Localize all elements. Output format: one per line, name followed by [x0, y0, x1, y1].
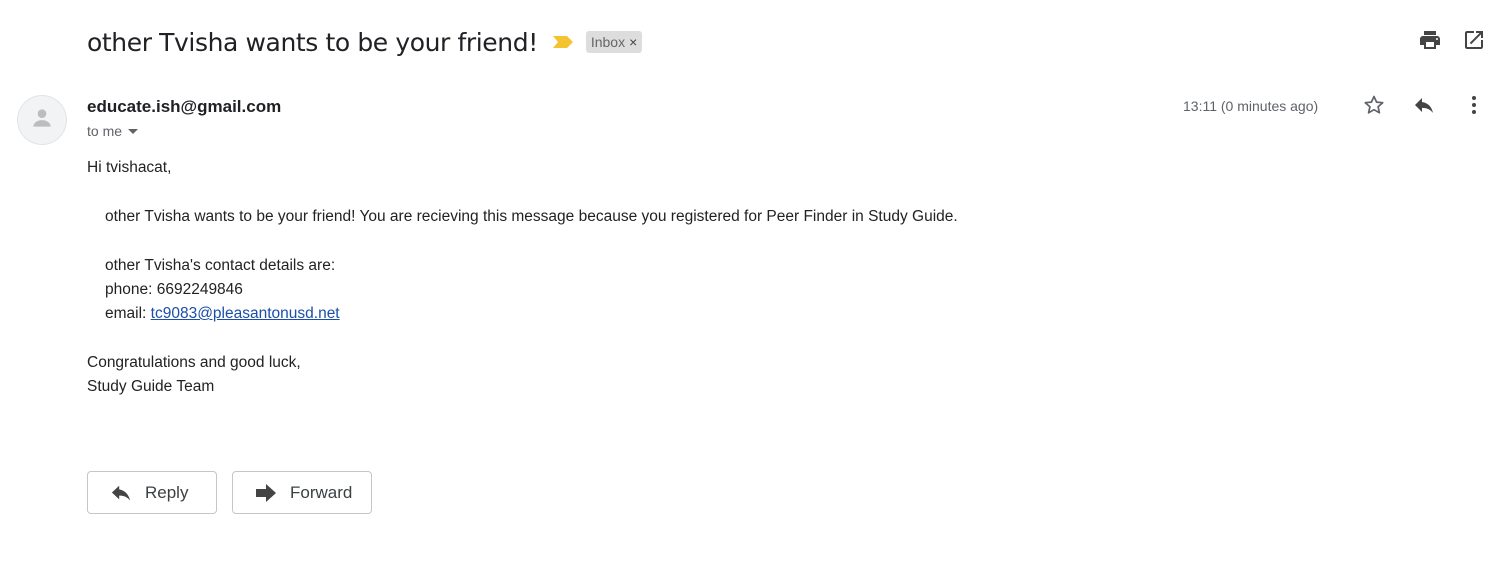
- email-line: email: tc9083@pleasantonusd.net: [87, 302, 958, 326]
- reply-icon: [110, 483, 132, 503]
- print-button[interactable]: [1418, 30, 1442, 54]
- greeting-text: Hi tvishacat,: [87, 159, 172, 176]
- importance-marker-icon[interactable]: [552, 35, 574, 49]
- message-body: Hi tvishacat, other Tvisha wants to be y…: [87, 156, 958, 399]
- signature-text: Study Guide Team: [87, 378, 215, 395]
- email-view: other Tvisha wants to be your friend! In…: [0, 0, 1502, 582]
- intro-text: other Tvisha wants to be your friend! Yo…: [105, 208, 958, 225]
- chevron-down-icon: [128, 128, 139, 134]
- star-button[interactable]: [1362, 95, 1386, 119]
- email-subject: other Tvisha wants to be your friend!: [87, 27, 538, 57]
- reply-button-label: Reply: [145, 482, 189, 502]
- sender-email: educate.ish@gmail.com: [87, 97, 282, 116]
- email-label: email:: [105, 305, 151, 322]
- message-timestamp: 13:11 (0 minutes ago): [1183, 98, 1319, 114]
- star-icon: [1362, 93, 1386, 122]
- phone-line: phone: 6692249846: [87, 278, 958, 302]
- contact-email-link[interactable]: tc9083@pleasantonusd.net: [151, 305, 340, 322]
- signoff-text: Congratulations and good luck,: [87, 354, 301, 371]
- forward-button[interactable]: Forward: [232, 471, 372, 514]
- sender-avatar[interactable]: [17, 95, 67, 145]
- reply-icon-button[interactable]: [1412, 95, 1436, 119]
- label-chip-inbox: Inbox ×: [585, 31, 643, 53]
- contact-intro-text: other Tvisha's contact details are:: [105, 257, 336, 274]
- recipient-details-toggle[interactable]: to me: [87, 123, 139, 139]
- reply-forward-bar: Reply Forward: [87, 471, 372, 514]
- phone-label: phone:: [105, 281, 157, 298]
- reply-button[interactable]: Reply: [87, 471, 217, 514]
- open-in-new-window-icon: [1462, 28, 1486, 57]
- default-avatar-icon: [29, 105, 55, 136]
- print-icon: [1418, 28, 1442, 57]
- phone-number: 6692249846: [156, 281, 243, 298]
- forward-button-label: Forward: [290, 482, 353, 502]
- more-vertical-icon: [1462, 93, 1486, 122]
- message-actions: [1362, 95, 1486, 119]
- top-actions: [1418, 30, 1486, 54]
- more-options-button[interactable]: [1462, 95, 1486, 119]
- reply-icon: [1412, 93, 1436, 122]
- recipient-label: to me: [87, 123, 123, 139]
- remove-label-button[interactable]: ×: [629, 35, 637, 49]
- forward-icon: [255, 483, 277, 503]
- open-in-new-window-button[interactable]: [1462, 30, 1486, 54]
- subject-row: other Tvisha wants to be your friend! In…: [87, 22, 643, 62]
- label-chip-text: Inbox: [590, 34, 626, 50]
